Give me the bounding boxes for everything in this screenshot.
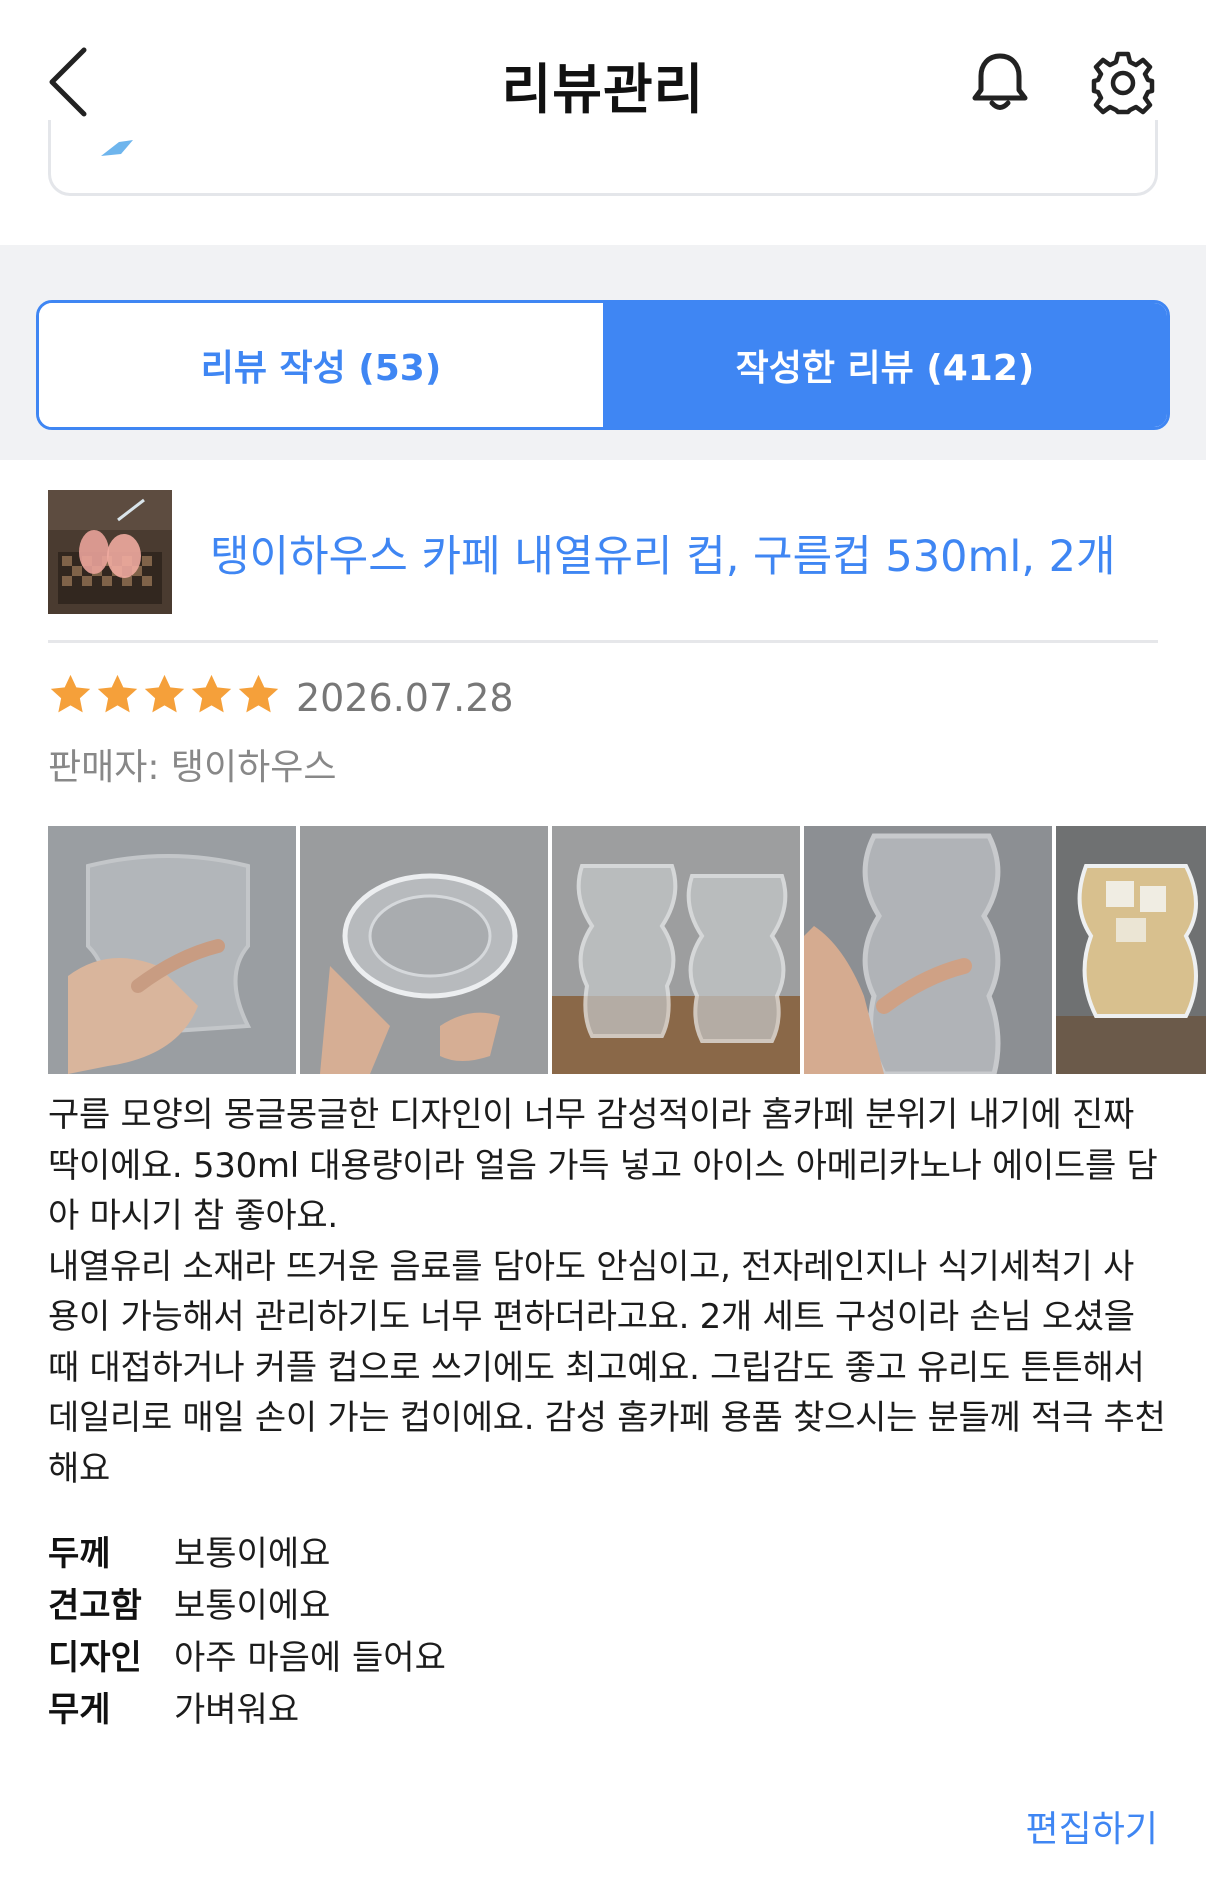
tag-icon [101, 140, 133, 156]
attribute-label: 무게 [48, 1689, 111, 1730]
star-icon [191, 674, 232, 713]
review-body: 구름 모양의 몽글몽글한 디자인이 너무 감성적이라 홈카페 분위기 내기에 진… [48, 1095, 1166, 1489]
tab-write-review[interactable]: 리뷰 작성 (53) [39, 303, 603, 427]
attribute-label: 디자인 [48, 1637, 142, 1678]
settings-button[interactable] [1090, 50, 1156, 116]
review-tabs: 리뷰 작성 (53) 작성한 리뷰 (412) [36, 300, 1170, 430]
review-photo[interactable] [552, 826, 800, 1074]
star-rating [48, 672, 281, 728]
divider [48, 640, 1158, 643]
attribute-label: 견고함 [48, 1585, 142, 1626]
notifications-button[interactable] [970, 50, 1030, 114]
star-icon [144, 674, 185, 713]
attribute-value: 가벼워요 [174, 1689, 300, 1730]
review-attributes: 두께 보통이에요 견고함 보통이에요 디자인 아주 마음에 들어요 무게 가벼워요 [48, 1524, 1048, 1732]
seller-name: 판매자: 탱이하우스 [48, 747, 337, 788]
bell-icon [972, 53, 1028, 110]
star-icon [97, 674, 138, 713]
review-photo[interactable] [300, 826, 548, 1074]
star-icon [238, 674, 279, 713]
review-photo-strip[interactable] [48, 826, 1206, 1074]
attribute-value: 보통이에요 [174, 1585, 331, 1626]
attribute-label: 두께 [48, 1533, 111, 1574]
attribute-row: 두께 보통이에요 [48, 1524, 1048, 1576]
top-card-partial [48, 120, 1158, 196]
review-photo[interactable] [1056, 826, 1206, 1074]
edit-button[interactable]: 편집하기 [1026, 1800, 1158, 1852]
gear-icon [1091, 51, 1155, 115]
review-date: 2026.07.28 [296, 676, 514, 720]
attribute-value: 아주 마음에 들어요 [174, 1637, 446, 1678]
attribute-row: 무게 가벼워요 [48, 1680, 1048, 1732]
star-icon [50, 674, 91, 713]
tab-written-reviews[interactable]: 작성한 리뷰 (412) [603, 303, 1167, 427]
review-photo[interactable] [804, 826, 1052, 1074]
product-thumbnail[interactable] [48, 490, 172, 614]
attribute-row: 디자인 아주 마음에 들어요 [48, 1628, 1048, 1680]
tab-band: 리뷰 작성 (53) 작성한 리뷰 (412) [0, 245, 1206, 460]
review-photo[interactable] [48, 826, 296, 1074]
product-name-link[interactable]: 탱이하우스 카페 내열유리 컵, 구름컵 530ml, 2개 [210, 522, 1116, 584]
attribute-value: 보통이에요 [174, 1533, 331, 1574]
attribute-row: 견고함 보통이에요 [48, 1576, 1048, 1628]
